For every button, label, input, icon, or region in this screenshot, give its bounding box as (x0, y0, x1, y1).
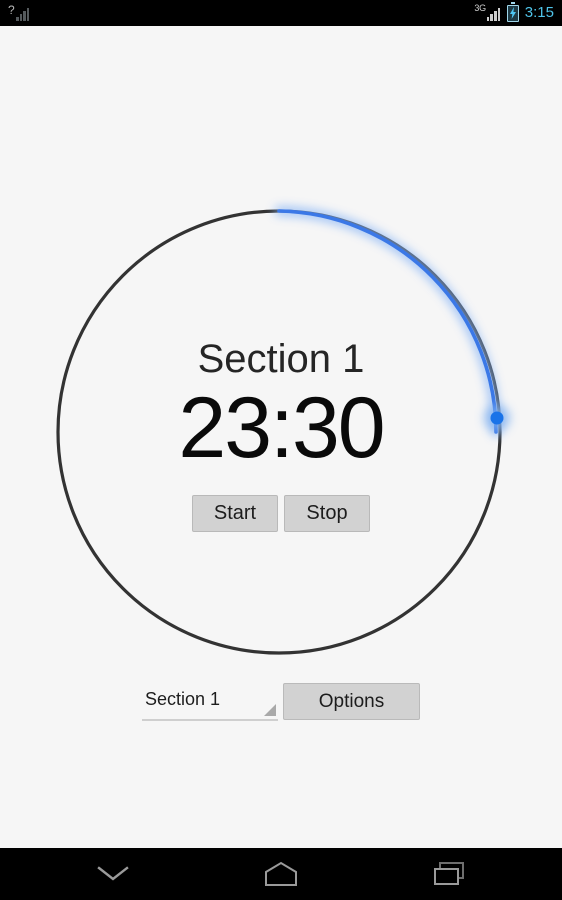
network-type-label: 3G (474, 2, 486, 13)
timer-center-stack: Section 1 23:30 (0, 336, 562, 472)
signal-unknown-icon: ? (8, 4, 30, 22)
recents-icon (432, 860, 466, 888)
battery-charging-icon (506, 2, 519, 22)
time-readout: 23:30 (178, 380, 385, 476)
options-button[interactable]: Options (283, 683, 420, 720)
timer-button-row: Start Stop (0, 495, 562, 532)
android-device-screen: ? 3G 3:15 Section 1 23:30 Start Stop Sec… (0, 0, 562, 900)
stop-button[interactable]: Stop (284, 495, 370, 532)
nav-recents-button[interactable] (420, 854, 478, 894)
status-bar-right: 3G 3:15 (471, 2, 554, 22)
chevron-down-icon (96, 864, 130, 884)
start-button[interactable]: Start (192, 495, 278, 532)
section-spinner[interactable]: Section 1 (142, 683, 278, 721)
home-icon (263, 860, 299, 888)
section-title: Section 1 (197, 337, 365, 381)
signal-bars-icon (16, 7, 30, 21)
signal-bars-icon (486, 7, 501, 21)
dropdown-triangle-icon (264, 704, 276, 716)
section-spinner-label: Section 1 (145, 689, 221, 709)
status-bar-clock: 3:15 (524, 4, 554, 21)
charging-bolt-icon (509, 7, 516, 19)
status-bar: ? 3G 3:15 (0, 0, 562, 26)
nav-home-button[interactable] (252, 854, 310, 894)
timer-app-body: Section 1 23:30 Start Stop Section 1 Opt… (0, 26, 562, 848)
nav-back-button[interactable] (84, 854, 142, 894)
navigation-bar (0, 848, 562, 900)
network-3g-icon: 3G (471, 2, 501, 22)
status-bar-left: ? (8, 4, 30, 22)
bottom-control-row: Section 1 Options (0, 683, 562, 721)
